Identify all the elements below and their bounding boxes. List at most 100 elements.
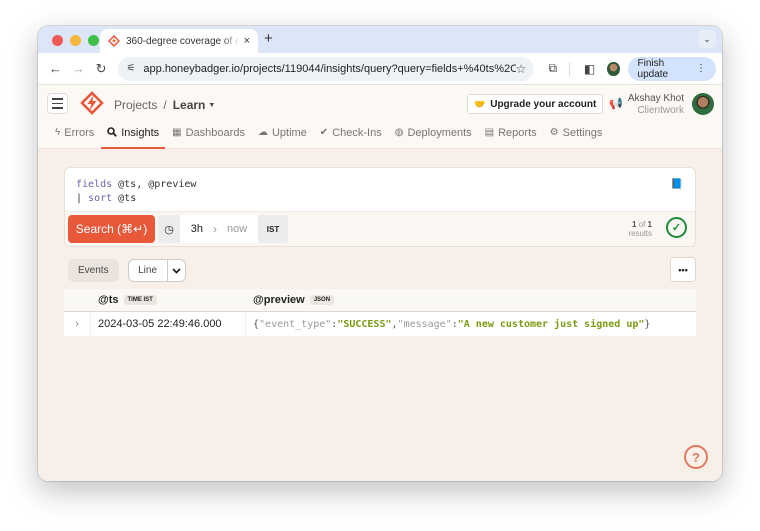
- json-key: "event_type": [259, 318, 332, 330]
- side-panel-icon[interactable]: ◧: [584, 62, 595, 76]
- clock-icon: ◷: [164, 223, 174, 236]
- timezone-button[interactable]: IST: [258, 225, 288, 234]
- back-icon[interactable]: ←: [44, 61, 67, 76]
- tab-label: Errors: [64, 127, 95, 139]
- tab-settings[interactable]: ⚙ Settings: [550, 123, 603, 148]
- check-circle-icon: ✓: [666, 217, 687, 238]
- honeybadger-logo-icon[interactable]: [80, 91, 104, 115]
- results-label: results: [628, 229, 652, 238]
- events-tab[interactable]: Events: [68, 259, 119, 282]
- user-org: Clientwork: [637, 105, 684, 116]
- tab-uptime[interactable]: ☁ Uptime: [258, 123, 307, 148]
- profile-avatar[interactable]: [607, 61, 620, 76]
- gear-icon: ⚙: [549, 127, 559, 138]
- tab-search-icon[interactable]: ⌄: [698, 30, 716, 48]
- chevron-right-icon: ›: [213, 222, 218, 236]
- query-text: @ts, @preview: [112, 179, 197, 190]
- query-pipe: |: [76, 193, 89, 204]
- forward-icon[interactable]: →: [67, 61, 90, 76]
- finish-update-label: Finish update: [637, 57, 669, 80]
- search-icon: [107, 127, 118, 148]
- column-name: @ts: [98, 294, 119, 306]
- project-nav: ϟ Errors Insights ▦ Dashboards ☁ Uptime ✔ Ch…: [38, 123, 722, 149]
- query-keyword: fields: [76, 179, 113, 190]
- tab-check-ins[interactable]: ✔ Check-Ins: [320, 123, 382, 148]
- toolbar-divider: [569, 61, 570, 76]
- upgrade-account-button[interactable]: 🤝 Upgrade your account: [467, 94, 604, 114]
- hamburger-menu-icon[interactable]: [47, 93, 68, 114]
- tab-deployments[interactable]: ◍ Deployments: [395, 123, 472, 148]
- table-row[interactable]: › 2024-03-05 22:49:46.000 {"event_type":…: [64, 312, 696, 336]
- browser-tab[interactable]: 360-degree coverage of errors ×: [100, 29, 258, 53]
- query-editor-card: fields @ts, @preview | sort @ts 📘 Search…: [64, 167, 696, 247]
- tab-label: Deployments: [407, 127, 472, 139]
- book-icon[interactable]: 📘: [671, 179, 683, 190]
- extensions-icon[interactable]: ⧉: [548, 61, 557, 76]
- search-button[interactable]: Search (⌘↵): [68, 215, 155, 243]
- address-bar[interactable]: ⚟ app.honeybadger.io/projects/119044/ins…: [118, 56, 535, 81]
- breadcrumb: Projects / Learn ▼: [114, 98, 215, 112]
- tab-dashboards[interactable]: ▦ Dashboards: [172, 123, 245, 148]
- upgrade-label: Upgrade your account: [490, 98, 597, 110]
- chevron-down-icon[interactable]: [166, 260, 185, 281]
- handshake-icon: 🤝: [474, 98, 486, 109]
- help-icon[interactable]: ?: [684, 445, 708, 469]
- results-table: @ts TIME IST @preview JSON › 2024-03-05 …: [64, 289, 696, 336]
- minimize-window-button[interactable]: [70, 35, 81, 46]
- user-name: Akshay Khot: [627, 93, 684, 104]
- breadcrumb-projects-link[interactable]: Projects: [114, 98, 157, 112]
- query-action-bar: Search (⌘↵) ◷ 3h › now IST 1 of 1 result…: [65, 211, 695, 246]
- time-to: now: [227, 223, 248, 235]
- project-switcher[interactable]: Learn: [173, 98, 206, 112]
- column-type-badge: JSON: [309, 295, 335, 305]
- tab-reports[interactable]: ▤ Reports: [485, 123, 537, 148]
- results-of: of: [636, 220, 648, 229]
- json-key: "message": [397, 318, 452, 330]
- more-options-button[interactable]: •••: [670, 257, 696, 282]
- window-controls: [52, 35, 99, 46]
- site-info-icon[interactable]: ⚟: [126, 63, 135, 74]
- tab-label: Insights: [121, 127, 160, 139]
- browser-toolbar: ← → ↻ ⚟ app.honeybadger.io/projects/1190…: [38, 53, 722, 85]
- tab-errors[interactable]: ϟ Errors: [55, 123, 94, 148]
- table-header: @ts TIME IST @preview JSON: [64, 289, 696, 312]
- time-range-picker[interactable]: ◷ 3h › now IST: [158, 215, 288, 243]
- view-controls: Events Line: [68, 259, 186, 282]
- user-avatar[interactable]: [692, 93, 714, 115]
- column-preview[interactable]: @preview JSON: [246, 294, 335, 306]
- tab-title: 360-degree coverage of errors: [126, 35, 240, 47]
- tab-close-icon[interactable]: ×: [244, 35, 250, 47]
- megaphone-icon[interactable]: 📢: [609, 97, 623, 110]
- column-name: @preview: [253, 294, 305, 306]
- maximize-window-button[interactable]: [88, 35, 99, 46]
- reload-icon[interactable]: ↻: [90, 61, 113, 77]
- column-type-badge: TIME IST: [123, 295, 157, 305]
- tab-strip: 360-degree coverage of errors × + ⌄: [38, 26, 722, 53]
- bookmark-star-icon[interactable]: ☆: [516, 62, 527, 76]
- url-text[interactable]: app.honeybadger.io/projects/119044/insig…: [143, 63, 515, 75]
- tab-label: Uptime: [271, 127, 307, 139]
- user-info[interactable]: Akshay Khot Clientwork: [628, 93, 684, 117]
- finish-update-button[interactable]: Finish update ⋮: [627, 56, 716, 81]
- display-mode-select[interactable]: Line: [127, 259, 186, 282]
- query-text: @ts: [112, 193, 137, 204]
- tab-label: Check-Ins: [332, 127, 382, 139]
- expand-row-icon[interactable]: ›: [64, 312, 91, 336]
- query-editor[interactable]: fields @ts, @preview | sort @ts: [76, 178, 196, 206]
- close-window-button[interactable]: [52, 35, 63, 46]
- cell-preview: {"event_type":"SUCCESS","message":"A new…: [246, 319, 650, 330]
- results-count: 1 of 1 results: [628, 220, 652, 238]
- insights-main: fields @ts, @preview | sort @ts 📘 Search…: [38, 149, 722, 481]
- caret-down-icon[interactable]: ▼: [208, 102, 215, 109]
- check-icon: ✔: [319, 127, 329, 138]
- time-from: 3h: [190, 223, 204, 235]
- tab-insights[interactable]: Insights: [101, 123, 166, 149]
- display-mode-value: Line: [138, 265, 158, 276]
- column-ts[interactable]: @ts TIME IST: [91, 294, 246, 306]
- time-range[interactable]: 3h › now: [180, 215, 258, 243]
- query-keyword: sort: [88, 193, 113, 204]
- json-value: "A new customer just signed up": [457, 318, 645, 330]
- new-tab-icon[interactable]: +: [264, 30, 273, 47]
- json-value: "SUCCESS": [337, 318, 392, 330]
- json-punct: }: [644, 318, 651, 330]
